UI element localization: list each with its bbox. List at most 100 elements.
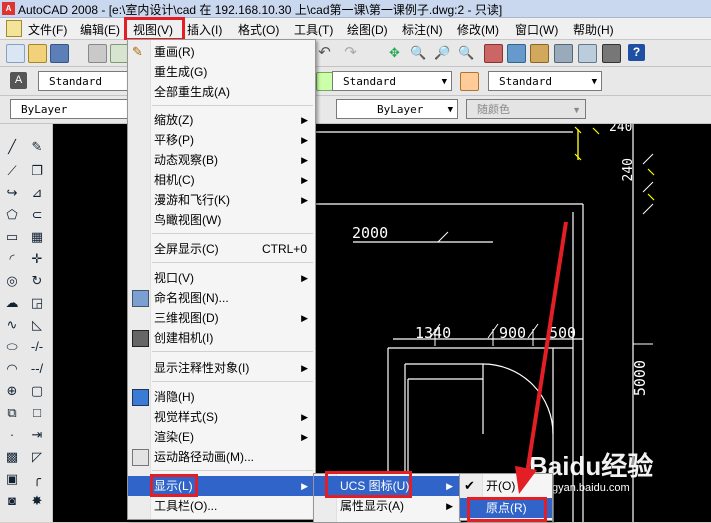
pan-icon[interactable]: ✥ (386, 44, 403, 61)
break-at-point-icon[interactable]: ▢ (28, 382, 46, 400)
menu-show-annotative[interactable]: 显示注释性对象(I) ▶ (128, 358, 315, 378)
insert-block-icon[interactable]: ⊕ (3, 382, 21, 400)
menu-file[interactable]: 文件(F) (28, 21, 67, 38)
explode-icon[interactable]: ✸ (28, 492, 46, 510)
menu-modify[interactable]: 修改(M) (457, 21, 499, 38)
submenu-arrow-icon: ▶ (301, 195, 308, 205)
scale-icon[interactable]: ◲ (28, 294, 46, 312)
menu-camera[interactable]: 相机(C) ▶ (128, 170, 315, 190)
menu-clean-screen[interactable]: 全屏显示(C) CTRL+0 (128, 239, 315, 259)
lineweight-control[interactable]: ByLayer ▼ (336, 99, 458, 119)
menu-dimension[interactable]: 标注(N) (402, 21, 443, 38)
mirror-icon[interactable]: ⊿ (28, 184, 46, 202)
menu-3d-views[interactable]: 三维视图(D) ▶ (128, 308, 315, 328)
rectangle-icon[interactable]: ▭ (3, 228, 21, 246)
menu-regenall[interactable]: 全部重生成(A) (128, 82, 315, 102)
circle-icon[interactable]: ◎ (3, 272, 21, 290)
gradient-icon[interactable]: ▣ (3, 470, 21, 488)
chamfer-icon[interactable]: ◸ (28, 448, 46, 466)
menu-regen[interactable]: 重生成(G) (128, 62, 315, 82)
menu-help[interactable]: 帮助(H) (573, 21, 614, 38)
menu-render[interactable]: 渲染(E) ▶ (128, 427, 315, 447)
menu-toolbars[interactable]: 工具栏(O)... (128, 496, 315, 516)
ellipse-arc-icon[interactable]: ◠ (3, 360, 21, 378)
break-icon[interactable]: □ (28, 404, 46, 422)
dim-style-select[interactable]: Standard ▼ (332, 71, 452, 91)
redo-icon[interactable]: ↷ (342, 44, 359, 61)
menu-create-camera[interactable]: 创建相机(I) (128, 328, 315, 348)
color-control[interactable]: ByLayer (10, 99, 128, 119)
dim-label: 2000 (352, 224, 389, 242)
menu-draw[interactable]: 绘图(D) (347, 21, 388, 38)
menu-ucs-on[interactable]: ✔ 开(O) (460, 476, 552, 496)
stretch-icon[interactable]: ◺ (28, 316, 46, 334)
menu-zoom[interactable]: 缩放(Z) ▶ (128, 110, 315, 130)
print-icon[interactable] (88, 44, 107, 63)
erase-icon[interactable]: ✎ (28, 138, 46, 156)
tool-palettes-icon[interactable] (530, 44, 549, 63)
zoom-window-icon[interactable]: 🔎 (434, 44, 451, 61)
title-bar: A AutoCAD 2008 - [e:\室内设计\cad 在 192.168.… (0, 0, 711, 18)
table-style-icon[interactable] (460, 72, 479, 91)
menu-aerial-view[interactable]: 鸟瞰视图(W) (128, 210, 315, 230)
view-menu-dropdown: ✎ 重画(R) 重生成(G) 全部重生成(A) 缩放(Z) ▶ 平移(P) ▶ 动态观… (127, 39, 316, 520)
menu-pan[interactable]: 平移(P) ▶ (128, 130, 315, 150)
rotate-icon[interactable]: ↻ (28, 272, 46, 290)
menu-visual-styles[interactable]: 视觉样式(S) ▶ (128, 407, 315, 427)
join-icon[interactable]: ⇥ (28, 426, 46, 444)
point-icon[interactable]: · (3, 426, 21, 444)
menu-orbit[interactable]: 动态观察(B) ▶ (128, 150, 315, 170)
zoom-previous-icon[interactable]: 🔍 (458, 44, 475, 61)
menu-walk-fly[interactable]: 漫游和飞行(K) ▶ (128, 190, 315, 210)
menu-tools[interactable]: 工具(T) (294, 21, 333, 38)
menu-window[interactable]: 窗口(W) (515, 21, 558, 38)
extend-icon[interactable]: --/ (28, 360, 46, 378)
menu-insert[interactable]: 插入(I) (187, 21, 222, 38)
copy-icon[interactable]: ❐ (28, 162, 46, 180)
hatch-icon[interactable]: ▩ (3, 448, 21, 466)
ellipse-icon[interactable]: ⬭ (3, 338, 21, 356)
submenu-arrow-icon: ▶ (446, 501, 453, 511)
menu-hide[interactable]: 消隐(H) (128, 387, 315, 407)
undo-icon[interactable]: ↶ (316, 44, 333, 61)
make-block-icon[interactable]: ⧉ (3, 404, 21, 422)
menu-format[interactable]: 格式(O) (238, 21, 279, 38)
polyline-icon[interactable]: ↪ (3, 184, 21, 202)
move-icon[interactable]: ✛ (28, 250, 46, 268)
sheet-set-icon[interactable] (554, 44, 573, 63)
menu-attribute-display[interactable]: 属性显示(A) ▶ (314, 496, 460, 516)
menu-viewports[interactable]: 视口(V) ▶ (128, 268, 315, 288)
document-icon[interactable] (6, 20, 22, 37)
properties-icon[interactable] (484, 44, 503, 63)
trim-icon[interactable]: -/- (28, 338, 46, 356)
menu-edit[interactable]: 编辑(E) (80, 21, 120, 38)
menu-redraw[interactable]: ✎ 重画(R) (128, 42, 315, 62)
text-style-select[interactable]: Standard (38, 71, 134, 91)
save-icon[interactable] (50, 44, 69, 63)
help-icon[interactable]: ? (628, 44, 645, 61)
zoom-realtime-icon[interactable]: 🔍 (410, 44, 427, 61)
markup-icon[interactable] (578, 44, 597, 63)
line-icon[interactable]: ╱ (3, 138, 21, 156)
table-style-select[interactable]: Standard ▼ (488, 71, 602, 91)
region-icon[interactable]: ◙ (3, 492, 21, 510)
revcloud-icon[interactable]: ☁ (3, 294, 21, 312)
open-icon[interactable] (28, 44, 47, 63)
spline-icon[interactable]: ∿ (3, 316, 21, 334)
properties-toolbar: ByLayer ByLayer ▼ 随颜色 ▼ (0, 96, 711, 124)
plotstyle-control[interactable]: 随颜色 ▼ (466, 99, 586, 119)
named-views-icon (132, 290, 149, 307)
array-icon[interactable]: ▦ (28, 228, 46, 246)
menu-named-views[interactable]: 命名视图(N)... (128, 288, 315, 308)
dim-label: 500 (549, 324, 577, 342)
text-style-icon[interactable]: A (10, 72, 27, 89)
calculator-icon[interactable] (602, 44, 621, 63)
construction-line-icon[interactable]: ⟋ (3, 162, 21, 180)
polygon-icon[interactable]: ⬠ (3, 206, 21, 224)
arc-icon[interactable]: ◜ (3, 250, 21, 268)
fillet-icon[interactable]: ╭ (28, 470, 46, 488)
offset-icon[interactable]: ⊂ (28, 206, 46, 224)
design-center-icon[interactable] (507, 44, 526, 63)
new-icon[interactable] (6, 44, 25, 63)
menu-motion-path[interactable]: 运动路径动画(M)... (128, 447, 315, 467)
